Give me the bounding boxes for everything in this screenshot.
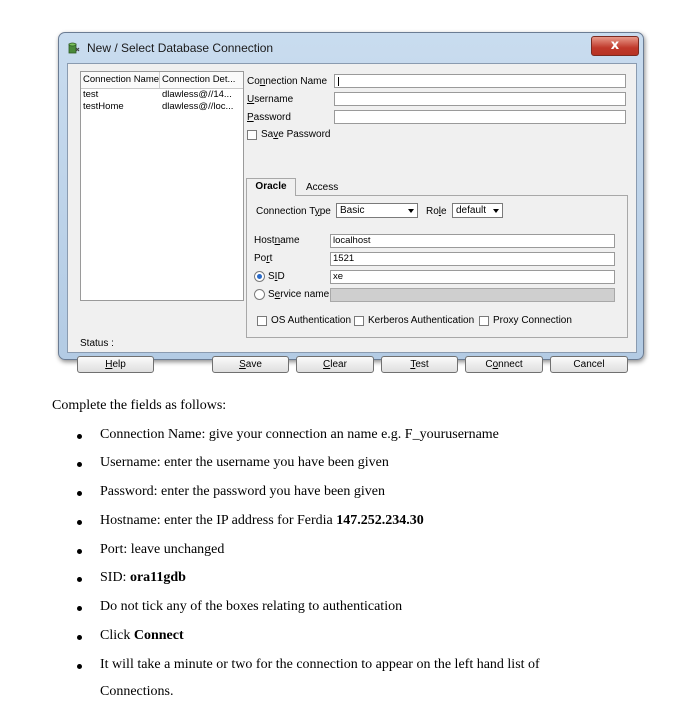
port-label: Port (254, 253, 273, 264)
sid-radio[interactable] (254, 271, 265, 282)
dialog-body: Connection Name Connection Det... test d… (67, 63, 637, 373)
port-input[interactable]: 1521 (330, 252, 615, 266)
bullet-hostname: Hostname: enter the IP address for Ferdi… (100, 513, 424, 528)
connection-row-details: dlawless@//14... (162, 89, 232, 100)
connection-row[interactable]: testHome dlawless@//loc... (81, 101, 243, 113)
bullet-dot (77, 664, 82, 669)
password-input[interactable] (334, 110, 626, 124)
chevron-down-icon (408, 209, 414, 213)
connection-name-label: Connection Name (247, 76, 328, 87)
connection-row[interactable]: test dlawless@//14... (81, 89, 243, 101)
column-header-connection-name[interactable]: Connection Name (81, 72, 160, 88)
bullet-dot (77, 635, 82, 640)
test-button[interactable]: Test (381, 356, 458, 373)
password-label: Password (247, 112, 291, 123)
connection-row-name: test (83, 89, 99, 100)
database-connection-icon (68, 42, 80, 54)
bullet-dot (77, 434, 82, 439)
bullet-wait-line-2: Connections. (100, 684, 174, 699)
service-name-radio[interactable] (254, 289, 265, 300)
sid-label[interactable]: SID (268, 271, 285, 282)
bullet-authentication: Do not tick any of the boxes relating to… (100, 599, 403, 614)
bullet-wait-line-1: It will take a minute or two for the con… (100, 657, 540, 672)
connection-type-label: Connection Type (256, 206, 331, 217)
bullet-dot (77, 491, 82, 496)
bullet-dot (77, 549, 82, 554)
connection-type-select[interactable]: Basic (336, 203, 418, 218)
chevron-down-icon (493, 209, 499, 213)
column-header-connection-details[interactable]: Connection Det... (160, 72, 243, 88)
bullet-port: Port: leave unchanged (100, 542, 225, 557)
clear-button[interactable]: Clear (296, 356, 374, 373)
connect-button[interactable]: Connect (465, 356, 543, 373)
bullet-password: Password: enter the password you have be… (100, 484, 385, 499)
text-cursor (338, 77, 339, 86)
hostname-label: Hostname (254, 235, 300, 246)
title-bar[interactable]: New / Select Database Connection x (59, 33, 643, 63)
close-button[interactable]: x (591, 36, 639, 56)
cancel-button[interactable]: Cancel (550, 356, 628, 373)
save-password-label[interactable]: Save Password (261, 129, 330, 140)
connection-list-header: Connection Name Connection Det... (81, 72, 243, 89)
username-input[interactable] (334, 92, 626, 106)
bullet-dot (77, 520, 82, 525)
connection-row-details: dlawless@//loc... (162, 101, 234, 112)
kerberos-authentication-label[interactable]: Kerberos Authentication (368, 315, 474, 326)
proxy-connection-label[interactable]: Proxy Connection (493, 315, 572, 326)
database-connection-dialog: New / Select Database Connection x Conne… (58, 32, 644, 373)
os-authentication-checkbox[interactable] (257, 316, 267, 326)
tab-access[interactable]: Access (306, 182, 338, 193)
dialog-title: New / Select Database Connection (87, 41, 274, 55)
save-button[interactable]: Save (212, 356, 289, 373)
username-label: Username (247, 94, 294, 105)
os-authentication-label[interactable]: OS Authentication (271, 315, 351, 326)
bullet-username: Username: enter the username you have be… (100, 455, 389, 470)
bullet-connection-name: Connection Name: give your connection an… (100, 427, 499, 442)
hostname-input[interactable]: localhost (330, 234, 615, 248)
help-button[interactable]: Help (77, 356, 154, 373)
connection-name-input[interactable] (334, 74, 626, 88)
connection-row-name: testHome (83, 101, 124, 112)
role-label: Role (426, 206, 447, 217)
service-name-label[interactable]: Service name (268, 289, 329, 300)
bullet-dot (77, 606, 82, 611)
instructions-intro: Complete the fields as follows: (52, 398, 227, 413)
kerberos-authentication-checkbox[interactable] (354, 316, 364, 326)
bullet-dot (77, 577, 82, 582)
bullet-dot (77, 462, 82, 467)
proxy-connection-checkbox[interactable] (479, 316, 489, 326)
service-name-input (330, 288, 615, 302)
connection-list[interactable]: Connection Name Connection Det... test d… (80, 71, 244, 301)
bullet-sid: SID: ora11gdb (100, 570, 186, 585)
save-password-checkbox[interactable] (247, 130, 257, 140)
tab-oracle[interactable]: Oracle (246, 178, 296, 196)
bullet-click-connect: Click Connect (100, 628, 184, 643)
sid-input[interactable]: xe (330, 270, 615, 284)
role-select[interactable]: default (452, 203, 503, 218)
status-label: Status : (80, 338, 114, 349)
